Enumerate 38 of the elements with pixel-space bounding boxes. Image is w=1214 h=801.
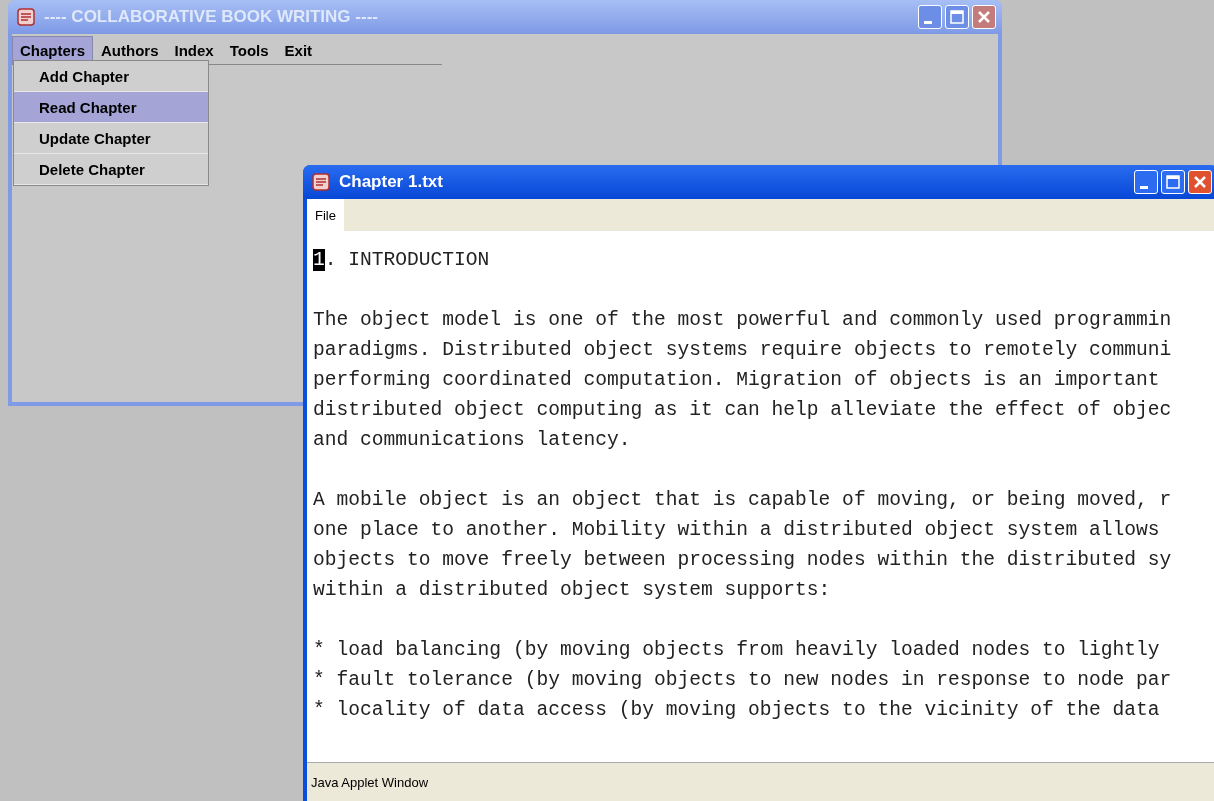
close-button[interactable] (972, 5, 996, 29)
window-title: ---- COLLABORATIVE BOOK WRITING ---- (44, 7, 379, 27)
minimize-icon (1140, 185, 1148, 189)
close-button[interactable] (1188, 170, 1212, 194)
text-line: 1. INTRODUCTION (313, 248, 491, 273)
close-icon (1193, 175, 1207, 189)
menu-item[interactable]: Index (166, 36, 222, 64)
minimize-icon (924, 20, 932, 24)
text-line: A mobile object is an object that is capable of moving, or being moved, r (313, 488, 1173, 513)
menu-item[interactable]: Update Chapter (14, 123, 208, 154)
text-line: within a distributed object system supports: (313, 578, 832, 603)
menu-item[interactable]: Authors (93, 36, 167, 64)
app-icon (311, 172, 331, 192)
text-line: one place to another. Mobility within a distributed object system allows (313, 518, 1161, 543)
text-line: distributed object computing as it can help alleviate the effect of objec (313, 398, 1173, 423)
maximize-icon (950, 10, 964, 24)
text-line: performing coordinated computation. Migration of objects is an important (313, 368, 1161, 393)
menu-item[interactable]: Add Chapter (14, 61, 208, 92)
maximize-button[interactable] (1161, 170, 1185, 194)
app-icon (16, 7, 36, 27)
maximize-button[interactable] (945, 5, 969, 29)
text-line: objects to move freely between processing nodes within the distributed sy (313, 548, 1173, 573)
window-title: Chapter 1.txt (339, 172, 444, 192)
close-icon (977, 10, 991, 24)
text-line: * fault tolerance (by moving objects to new nodes in response to node par (313, 668, 1173, 693)
maximize-icon (1166, 175, 1180, 189)
minimize-button[interactable] (1134, 170, 1158, 194)
minimize-button[interactable] (918, 5, 942, 29)
text-line: * load balancing (by moving objects from heavily loaded nodes to lightly (313, 638, 1161, 663)
text-line: and communications latency. (313, 428, 632, 453)
menu-item[interactable]: Read Chapter (14, 92, 208, 123)
text-line: The object model is one of the most powerful and commonly used programmin (313, 308, 1173, 333)
menu-item[interactable]: Tools (221, 36, 277, 64)
menu-item[interactable]: Exit (276, 36, 321, 64)
menu-item[interactable]: Delete Chapter (14, 154, 208, 185)
text-line: * locality of data access (by moving objects to the vicinity of the data (313, 698, 1161, 723)
menu-item[interactable]: File (307, 199, 344, 231)
text-line: paradigms. Distributed object systems require objects to remotely communi (313, 338, 1173, 363)
